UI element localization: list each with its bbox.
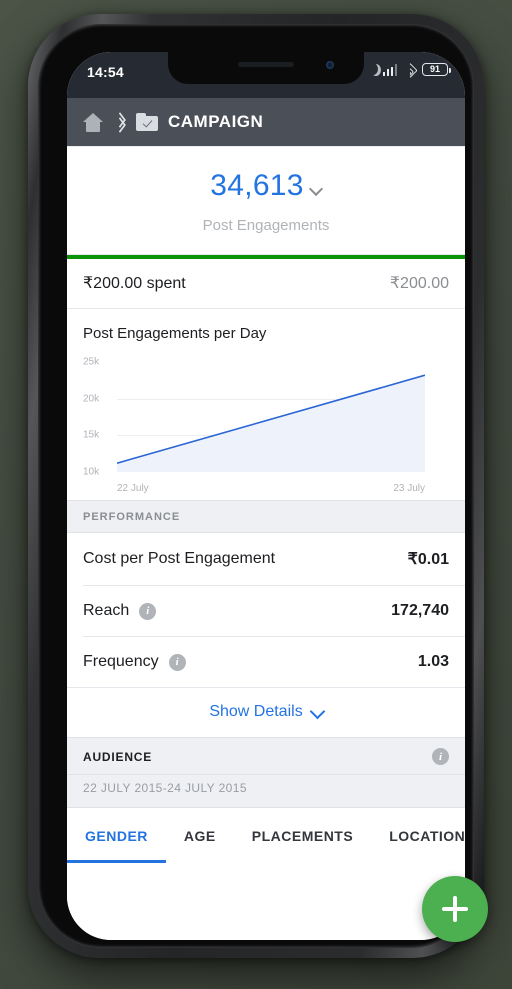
status-bar: 14:54 91 [67, 52, 465, 98]
wifi-icon [401, 62, 418, 79]
folder-check-icon [136, 113, 158, 131]
summary-block: 34,613 Post Engagements [67, 146, 465, 254]
spend-row: ₹200.00 spent ₹200.00 [67, 259, 465, 308]
audience-tabs[interactable]: GENDER AGE PLACEMENTS LOCATION [67, 807, 465, 863]
audience-section-header: AUDIENCE i [67, 737, 465, 775]
section-title: PERFORMANCE [83, 511, 181, 523]
performance-row-label: Reach [83, 602, 130, 619]
performance-row-label-group: Reach i [83, 602, 157, 620]
page-title: CAMPAIGN [168, 112, 264, 131]
front-camera [326, 61, 334, 69]
scroll-content[interactable]: 34,613 Post Engagements ₹200.00 spent ₹2… [67, 146, 465, 940]
phone-screen: 14:54 91 CAMPAIGN 34,613 Post Engagement… [67, 52, 465, 940]
info-icon[interactable]: i [139, 602, 157, 620]
app-header: CAMPAIGN [67, 98, 465, 146]
performance-row-value: ₹0.01 [407, 551, 449, 568]
performance-row-value: 172,740 [391, 602, 449, 619]
battery-level-label: 91 [429, 64, 440, 74]
performance-row-label-group: Cost per Post Engagement [83, 550, 275, 568]
summary-metric-selector[interactable]: 34,613 [67, 169, 465, 203]
performance-row: Cost per Post Engagement ₹0.01 [67, 533, 465, 585]
performance-row-label-group: Frequency i [83, 653, 186, 671]
show-details-button[interactable]: Show Details [67, 687, 465, 737]
performance-rows: Cost per Post Engagement ₹0.01 Reach i 172,7… [67, 533, 465, 687]
summary-metric-label: Post Engagements [202, 217, 330, 234]
section-title: AUDIENCE [83, 749, 153, 764]
performance-row-label: Cost per Post Engagement [83, 550, 276, 567]
performance-row-value: 1.03 [417, 653, 449, 670]
chart-x-tick: 22 July [117, 483, 149, 494]
chart-y-tick: 10k [83, 466, 100, 478]
chevron-down-icon [311, 706, 323, 718]
tab-placements[interactable]: PLACEMENTS [234, 808, 371, 863]
budget-amount-label: ₹200.00 [389, 275, 449, 292]
cellular-signal-icon [382, 64, 397, 76]
audience-block: AUDIENCE i 22 JULY 2015-24 JULY 2015 [67, 737, 465, 807]
tab-age[interactable]: AGE [166, 808, 234, 863]
performance-row: Frequency i 1.03 [67, 637, 465, 687]
status-bar-icons: 91 [367, 62, 451, 79]
spend-amount-label: ₹200.00 spent [83, 275, 186, 292]
breadcrumb-chevron-icon [115, 114, 124, 130]
chart-title: Post Engagements per Day [83, 325, 267, 342]
battery-icon: 91 [422, 63, 451, 76]
do-not-disturb-moon-icon [367, 63, 378, 76]
chart-plot-area [117, 362, 425, 472]
show-details-label: Show Details [209, 703, 303, 720]
chart-y-tick: 25k [83, 356, 100, 368]
chart-card: Post Engagements per Day 25k 20k 15k 10k [67, 309, 465, 500]
tab-location[interactable]: LOCATION [371, 808, 465, 863]
add-fab-button[interactable] [422, 876, 488, 942]
info-icon[interactable]: i [168, 653, 186, 671]
phone-frame: 14:54 91 CAMPAIGN 34,613 Post Engagement… [38, 24, 474, 948]
performance-row-label: Frequency [83, 653, 159, 670]
chart-series-svg [117, 362, 425, 472]
chart-y-tick: 20k [83, 393, 100, 405]
audience-date-range: 22 JULY 2015-24 JULY 2015 [83, 781, 247, 795]
chart-x-tick: 23 July [393, 483, 425, 494]
summary-metric-value: 34,613 [210, 169, 304, 202]
performance-row: Reach i 172,740 [67, 586, 465, 636]
tab-gender[interactable]: GENDER [67, 808, 166, 863]
notch [168, 52, 364, 84]
chevron-down-icon[interactable] [311, 184, 322, 195]
performance-section-header: PERFORMANCE [67, 500, 465, 533]
info-icon[interactable]: i [432, 748, 449, 765]
status-bar-time: 14:54 [87, 64, 124, 80]
spend-block: ₹200.00 spent ₹200.00 [67, 255, 465, 308]
phone-mockup: 14:54 91 CAMPAIGN 34,613 Post Engagement… [28, 14, 488, 958]
chart-area: 25k 20k 15k 10k 22 July 23 July [83, 354, 449, 494]
earpiece-speaker [238, 62, 294, 67]
chart-y-tick: 15k [83, 429, 100, 441]
plus-icon [422, 876, 488, 942]
home-icon[interactable] [83, 112, 103, 132]
